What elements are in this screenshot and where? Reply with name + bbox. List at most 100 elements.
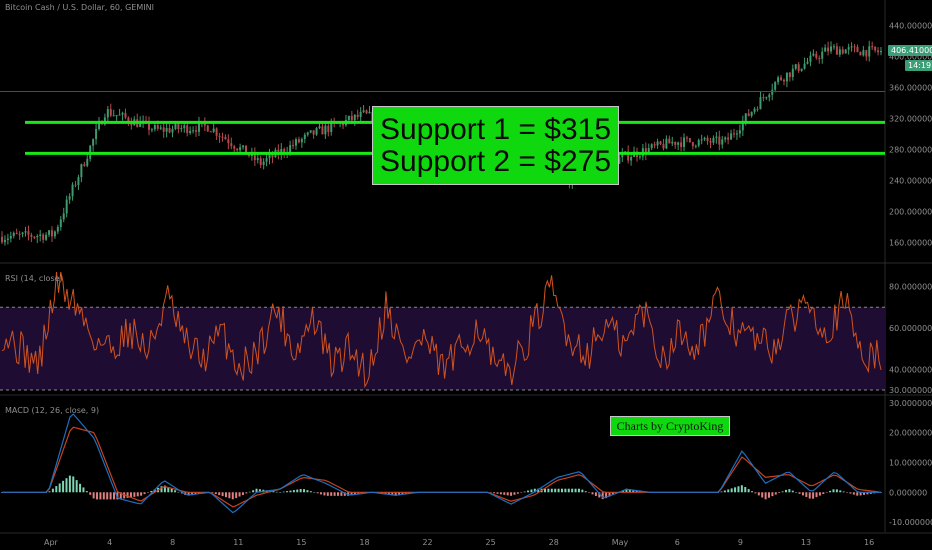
macd-histogram-bar [245, 492, 248, 494]
price-candle [112, 115, 115, 117]
price-candle [812, 53, 815, 56]
price-candle [697, 140, 700, 146]
macd-histogram-bar [835, 489, 838, 493]
price-candle [212, 128, 215, 132]
macd-histogram-bar [330, 492, 333, 496]
price-candle [165, 127, 168, 132]
macd-histogram-bar [510, 492, 513, 496]
macd-histogram-bar [791, 490, 794, 493]
rsi-pane-title: RSI (14, close) [5, 274, 63, 283]
price-candle [747, 113, 750, 116]
price-candle [159, 127, 162, 129]
macd-histogram-bar [99, 492, 102, 500]
price-candle [727, 137, 730, 140]
price-candle [156, 125, 159, 129]
macd-histogram-bar [72, 476, 75, 493]
macd-histogram-bar [594, 492, 597, 496]
macd-histogram-bar [795, 492, 798, 493]
price-candle [171, 129, 174, 133]
price-candle [353, 114, 356, 121]
price-candle [674, 141, 677, 145]
macd-histogram-bar [567, 488, 570, 493]
price-candle [80, 164, 83, 178]
price-candle [53, 231, 56, 237]
price-candle [874, 46, 877, 51]
price-candle [21, 232, 24, 235]
x-tick-label: 25 [486, 538, 496, 547]
price-candle [24, 231, 27, 233]
macd-histogram-bar [231, 492, 234, 500]
price-candle [791, 68, 794, 77]
macd-histogram-bar [275, 491, 278, 493]
y-tick-label: 0.000000 [889, 488, 927, 497]
macd-histogram-bar [530, 489, 533, 493]
macd-histogram-bar [174, 490, 177, 493]
support-annotation-box: Support 1 = $315 Support 2 = $275 [372, 106, 619, 185]
macd-histogram-bar [292, 490, 295, 493]
macd-histogram-bar [798, 492, 801, 494]
price-candle [109, 109, 112, 116]
macd-histogram-bar [499, 492, 502, 495]
price-candle [362, 110, 365, 112]
price-candle [48, 230, 51, 235]
macd-histogram-bar [601, 492, 604, 500]
macd-histogram-bar [279, 492, 282, 493]
price-candle [735, 133, 738, 135]
macd-histogram-bar [520, 492, 523, 493]
macd-histogram-bar [309, 491, 312, 493]
macd-histogram-bar [581, 489, 584, 493]
macd-histogram-bar [839, 490, 842, 493]
macd-histogram-bar [326, 492, 329, 496]
price-candle [265, 158, 268, 162]
price-candle [794, 64, 797, 69]
macd-histogram-bar [336, 492, 339, 496]
support-2-label: Support 2 = $275 [380, 145, 612, 178]
price-candle [174, 123, 177, 130]
macd-histogram-bar [818, 492, 821, 496]
price-candle [841, 49, 844, 54]
macd-histogram-bar [547, 488, 550, 493]
macd-histogram-bar [218, 492, 221, 496]
price-candle [189, 130, 192, 134]
macd-histogram-bar [768, 492, 771, 498]
macd-histogram-bar [48, 491, 51, 493]
macd-histogram-bar [584, 491, 587, 493]
price-candle [712, 137, 715, 143]
macd-histogram-bar [778, 492, 781, 494]
price-candle [92, 139, 95, 146]
countdown-badge: 14:19 [905, 60, 932, 71]
macd-histogram-bar [571, 488, 574, 493]
macd-histogram-bar [554, 488, 557, 493]
price-candle [168, 127, 171, 133]
price-candle [821, 51, 824, 59]
price-candle [738, 130, 741, 134]
price-candle [832, 46, 835, 48]
y-tick-label: 80.000000 [889, 283, 932, 292]
price-candle [771, 89, 774, 95]
macd-histogram-bar [224, 492, 227, 498]
price-candle [45, 234, 48, 240]
y-tick-label: 280.000000 [889, 145, 932, 154]
macd-histogram-bar [829, 490, 832, 493]
price-candle [668, 138, 671, 144]
credit-annotation: Charts by CryptoKing [610, 416, 730, 436]
price-candle [118, 114, 121, 116]
price-candle [83, 164, 86, 166]
macd-histogram-bar [856, 492, 859, 496]
macd-histogram-bar [75, 480, 78, 493]
price-candle [59, 219, 62, 227]
price-candle [759, 97, 762, 110]
price-candle [824, 47, 827, 52]
price-candle [809, 55, 812, 62]
y-tick-label: 10.000000 [889, 459, 932, 468]
chart-canvas[interactable]: 440.000000400.000000360.000000320.000000… [0, 0, 932, 550]
y-tick-label: 60.000000 [889, 324, 932, 333]
price-candle [877, 50, 880, 53]
price-candle [177, 123, 180, 130]
price-candle [62, 213, 65, 220]
price-candle [262, 161, 265, 165]
price-candle [797, 64, 800, 71]
price-candle [3, 239, 6, 243]
price-candle [880, 51, 882, 53]
price-candle [289, 145, 292, 153]
